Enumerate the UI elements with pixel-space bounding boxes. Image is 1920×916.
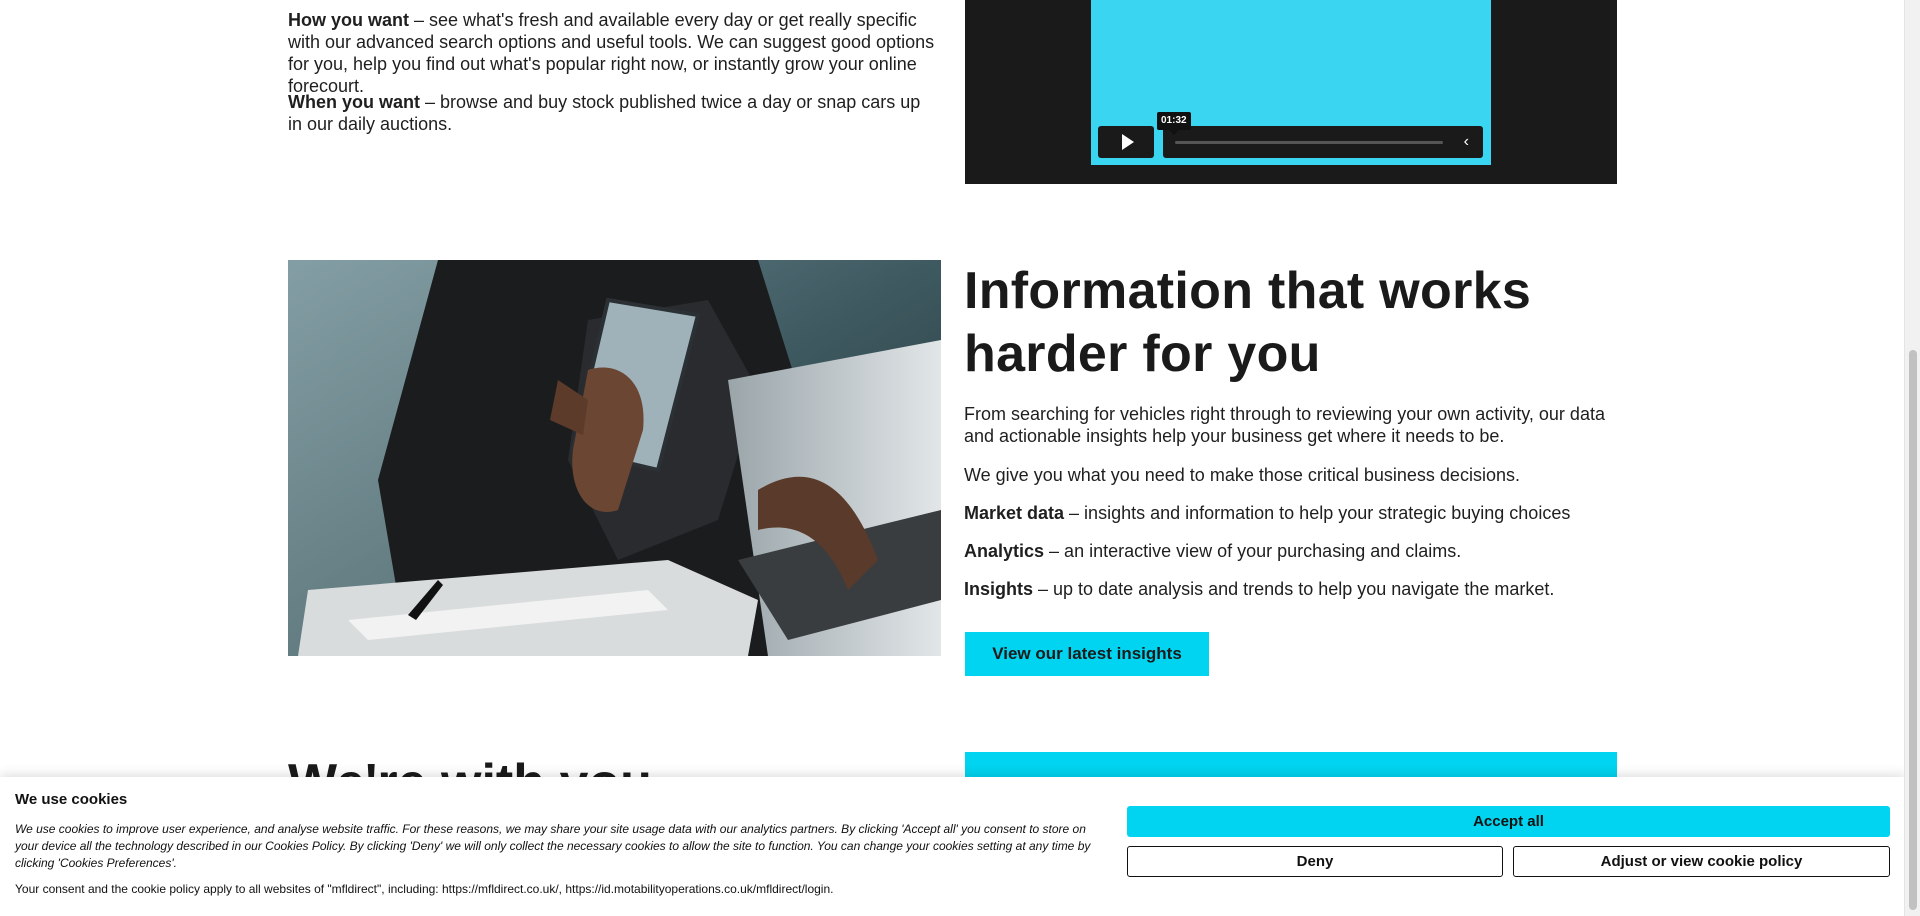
feature-text: – an interactive view of your purchasing…	[1044, 541, 1462, 561]
page-scrollbar[interactable]	[1904, 0, 1920, 916]
cookie-banner-title: We use cookies	[15, 791, 128, 808]
info-statement: We give you what you need to make those …	[964, 465, 1520, 485]
person-using-phone-and-laptop-image	[288, 260, 941, 656]
play-icon	[1121, 134, 1134, 150]
video-player[interactable]: ‹ 01:32	[965, 0, 1617, 184]
play-button[interactable]	[1098, 126, 1154, 158]
video-control-bar: ‹	[1163, 126, 1483, 158]
cookie-banner-scope: Your consent and the cookie policy apply…	[15, 882, 834, 896]
how-you-want-paragraph: How you want – see what's fresh and avai…	[288, 9, 938, 97]
feature-label: Analytics	[964, 541, 1045, 561]
how-you-want-label: How you want	[288, 10, 409, 30]
info-intro: From searching for vehicles right throug…	[964, 404, 1605, 446]
feature-label: Market data	[964, 503, 1065, 523]
feature-text: – up to date analysis and trends to help…	[1033, 579, 1555, 599]
video-progress-track[interactable]	[1175, 141, 1443, 144]
cookie-banner: We use cookies We use cookies to improve…	[0, 777, 1905, 916]
feature-insights: Insights – up to date analysis and trend…	[964, 578, 1624, 600]
accept-all-button[interactable]: Accept all	[1127, 806, 1890, 837]
view-latest-insights-button[interactable]: View our latest insights	[965, 632, 1209, 676]
video-time-tooltip: 01:32	[1157, 112, 1191, 135]
when-you-want-label: When you want	[288, 92, 420, 112]
page: How you want – see what's fresh and avai…	[0, 0, 1905, 916]
when-you-want-paragraph: When you want – browse and buy stock pub…	[288, 91, 938, 135]
scrollbar-thumb[interactable]	[1909, 350, 1917, 910]
cookie-banner-description: We use cookies to improve user experienc…	[15, 822, 1091, 870]
feature-analytics: Analytics – an interactive view of your …	[964, 540, 1624, 562]
feature-text: – insights and information to help your …	[1064, 503, 1571, 523]
information-heading: Information that works harder for you	[964, 262, 1532, 383]
feature-market-data: Market data – insights and information t…	[964, 502, 1624, 524]
deny-button[interactable]: Deny	[1127, 846, 1503, 877]
photo-illustration	[288, 260, 941, 656]
chevron-left-icon[interactable]: ‹	[1464, 133, 1469, 151]
feature-label: Insights	[964, 579, 1034, 599]
adjust-cookie-policy-button[interactable]: Adjust or view cookie policy	[1513, 846, 1890, 877]
